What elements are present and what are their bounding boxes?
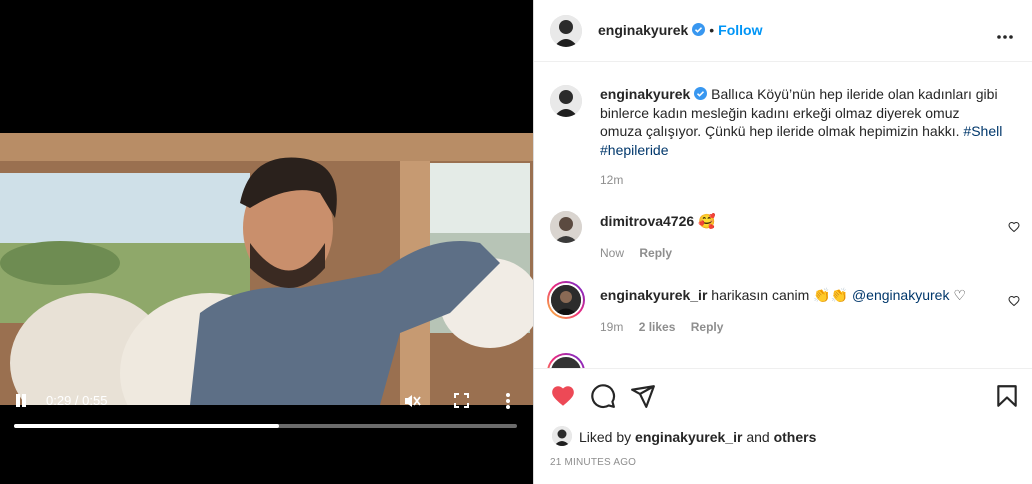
comment-icon[interactable] bbox=[590, 383, 616, 409]
comment-username[interactable]: dimitrova4726 bbox=[600, 213, 694, 229]
share-icon[interactable] bbox=[630, 383, 656, 409]
author-avatar[interactable] bbox=[550, 15, 582, 47]
video-time: 0:29 / 0:55 bbox=[46, 393, 108, 408]
liked-by-user[interactable]: enginakyurek_ir bbox=[635, 429, 742, 445]
caption: enginakyurek Ballıca Köyü’nün hep ilerid… bbox=[600, 85, 1005, 159]
hashtag-link[interactable]: #hepileride bbox=[600, 142, 669, 158]
commenter-avatar[interactable] bbox=[547, 281, 585, 319]
post-panel: enginakyurek • Follow enginakyurek Ballıca… bbox=[533, 0, 1032, 484]
caption-age: 12m bbox=[600, 173, 624, 187]
comment-meta: 19m 2 likes Reply bbox=[600, 320, 735, 334]
comment-meta: Now Reply bbox=[600, 246, 684, 260]
comment-age: Now bbox=[600, 246, 625, 260]
header-row: enginakyurek • Follow bbox=[598, 22, 763, 40]
liked-by: Liked by enginakyurek_ir and others bbox=[579, 429, 816, 445]
header-separator: • bbox=[709, 22, 715, 38]
bookmark-icon[interactable] bbox=[994, 383, 1020, 409]
post-actions: Liked by enginakyurek_ir and others 21 M… bbox=[534, 368, 1032, 484]
caption-avatar[interactable] bbox=[550, 85, 582, 117]
more-horizontal-icon[interactable] bbox=[996, 27, 1014, 39]
video-frame[interactable] bbox=[0, 133, 533, 405]
video-progress-fill bbox=[14, 424, 280, 428]
video-player[interactable]: 0:29 / 0:55 bbox=[0, 0, 533, 484]
verified-icon bbox=[694, 87, 708, 100]
comment: dimitrova4726 🥰 bbox=[600, 213, 716, 230]
comments-section: enginakyurek Ballıca Köyü’nün hep ilerid… bbox=[534, 63, 1032, 368]
hashtag-link[interactable]: #Shell bbox=[963, 123, 1002, 139]
comment-username[interactable]: enginakyurek_ir bbox=[600, 287, 707, 303]
comment-text: harikasın canim 👏👏 bbox=[711, 287, 849, 303]
caption-meta: 12m bbox=[600, 173, 635, 187]
verified-icon bbox=[692, 23, 706, 36]
pause-icon[interactable] bbox=[15, 394, 27, 407]
video-progress-bar[interactable] bbox=[14, 424, 517, 428]
liked-by-and: and bbox=[746, 429, 770, 445]
post-timestamp[interactable]: 21 MINUTES AGO bbox=[550, 457, 636, 468]
reply-button[interactable]: Reply bbox=[691, 320, 724, 334]
liked-by-others[interactable]: others bbox=[774, 429, 817, 445]
comment-likes[interactable]: 2 likes bbox=[639, 320, 676, 334]
mention-link[interactable]: @enginakyurek bbox=[852, 287, 950, 303]
caption-username[interactable]: enginakyurek bbox=[600, 86, 690, 102]
fullscreen-icon[interactable] bbox=[454, 393, 469, 408]
comment-like-icon[interactable] bbox=[1008, 221, 1020, 233]
comment-suffix: ♡ bbox=[953, 287, 966, 303]
follow-button[interactable]: Follow bbox=[718, 22, 762, 38]
commenter-avatar[interactable] bbox=[547, 353, 585, 368]
more-vertical-icon[interactable] bbox=[503, 392, 513, 410]
video-controls: 0:29 / 0:55 bbox=[0, 386, 533, 416]
comment-text: 🥰 bbox=[698, 213, 716, 229]
heart-icon[interactable] bbox=[550, 383, 576, 409]
reply-button[interactable]: Reply bbox=[639, 246, 672, 260]
post-header: enginakyurek • Follow bbox=[534, 0, 1032, 62]
comment: enginakyurek_ir harikasın canim 👏👏 @engi… bbox=[600, 287, 966, 304]
comment-like-icon[interactable] bbox=[1008, 295, 1020, 307]
comment-age: 19m bbox=[600, 320, 624, 334]
liked-by-prefix: Liked by bbox=[579, 429, 632, 445]
mute-icon[interactable] bbox=[403, 392, 421, 410]
liker-avatar[interactable] bbox=[552, 426, 572, 446]
commenter-avatar[interactable] bbox=[550, 211, 582, 243]
author-username[interactable]: enginakyurek bbox=[598, 22, 688, 38]
